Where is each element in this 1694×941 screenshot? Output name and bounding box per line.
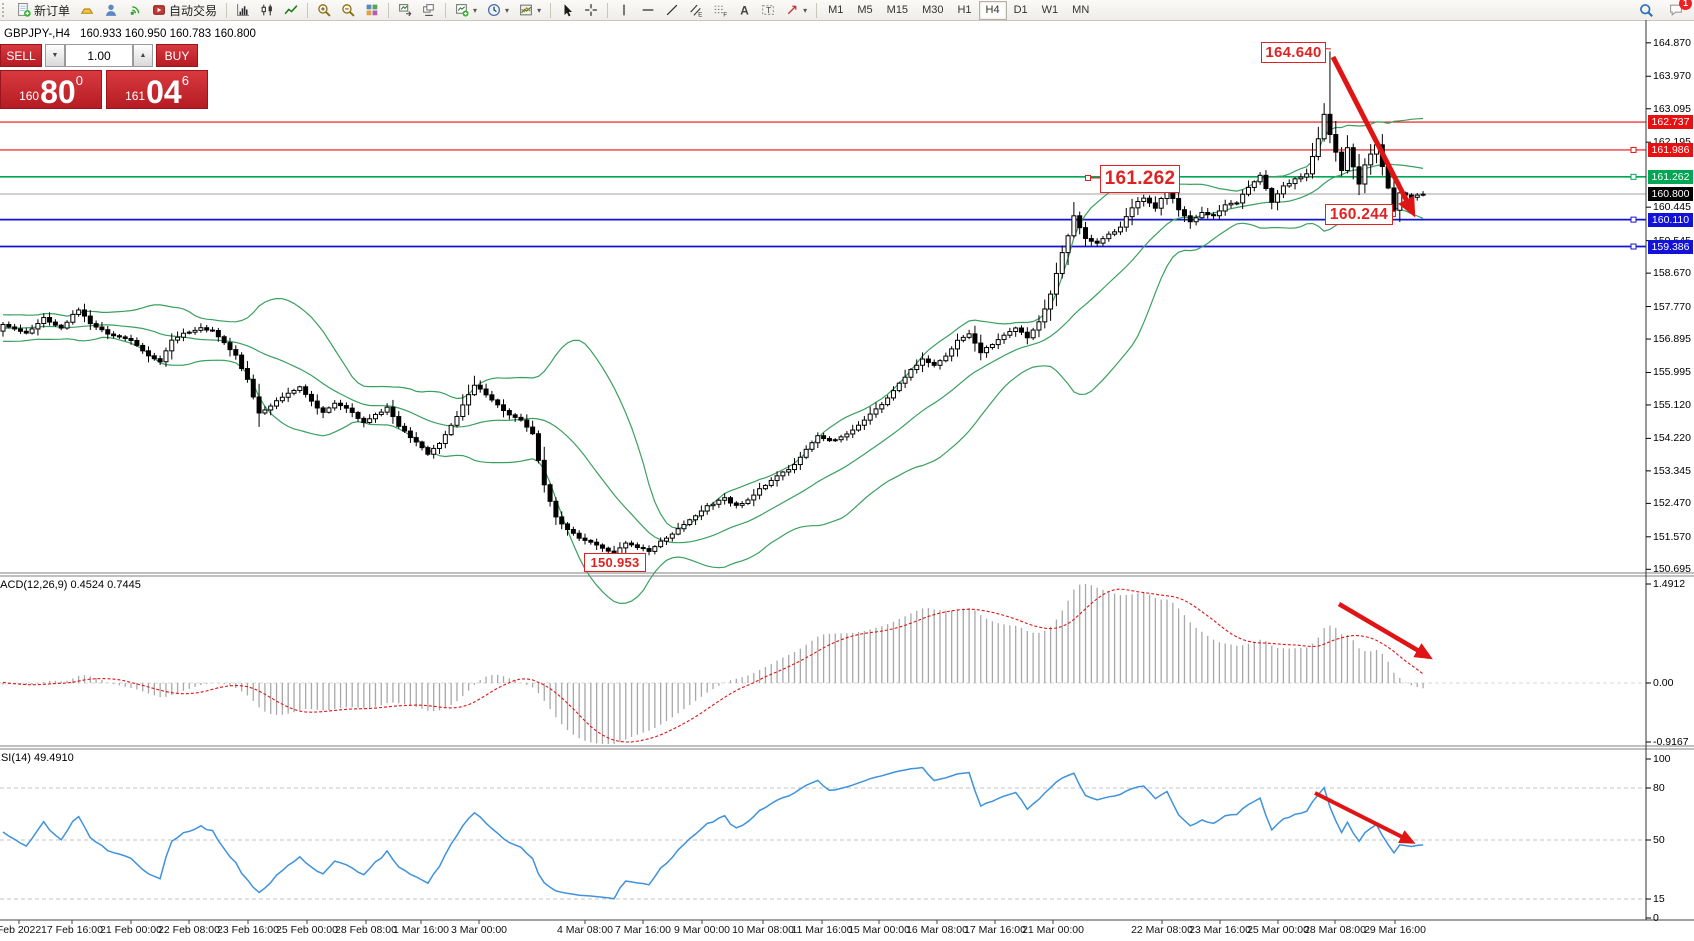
time-axis-label: 11 Mar 16:00	[791, 924, 852, 936]
volume-decrease-button[interactable]: ▼	[45, 44, 65, 67]
time-axis-label: 1 Mar 16:00	[393, 924, 449, 936]
trend-arrow[interactable]	[1339, 604, 1429, 657]
macd-tick-label: -0.9167	[1653, 736, 1689, 748]
time-axis-label: 25 Feb 00:00	[276, 924, 338, 936]
line-handle[interactable]	[1631, 147, 1636, 152]
price-tick-label: 155.995	[1653, 366, 1691, 378]
time-axis-label: 15 Mar 00:00	[848, 924, 910, 936]
buy-price-small: 161	[125, 89, 145, 103]
macd-tick-label: 1.4912	[1653, 578, 1685, 590]
price-tick-label: 150.695	[1653, 563, 1691, 575]
macd-histogram	[3, 584, 1423, 744]
time-axis-label: 3 Mar 00:00	[451, 924, 507, 936]
time-axis-label: 28 Mar 08:00	[1304, 924, 1366, 936]
ohlc-values: 160.933 160.950 160.783 160.800	[80, 28, 256, 40]
price-badge: 161.986	[1648, 143, 1693, 157]
time-axis-label: Feb 2022	[0, 924, 41, 936]
time-axis-label: 22 Mar 08:00	[1131, 924, 1193, 936]
price-badge: 160.800	[1648, 187, 1693, 201]
buy-price-sup: 6	[182, 73, 189, 88]
symbol-name: GBPJPY-,H4	[4, 28, 70, 40]
time-axis-label: 4 Mar 08:00	[557, 924, 613, 936]
bollinger-bands	[3, 119, 1423, 604]
macd-indicator-label: MACD(12,26,9) 0.4524 0.7445	[0, 579, 141, 591]
sell-price-sup: 0	[76, 73, 83, 88]
price-tick-label: 163.970	[1653, 70, 1691, 82]
price-tick-label: 152.470	[1653, 497, 1691, 509]
price-badge: 161.262	[1648, 170, 1693, 184]
price-badge: 159.386	[1648, 240, 1693, 254]
one-click-trade-panel: SELL ▼ ▲ BUY 160 80 0 161 04 6	[0, 44, 208, 109]
mt4-window: 新订单自动交易▾▾▾EFAT▾M1M5M15M30H1H4D1W1MN1 GBP…	[0, 0, 1694, 941]
price-tick-label: 155.120	[1653, 399, 1691, 411]
price-tick-label: 153.345	[1653, 465, 1691, 477]
price-badge: 162.737	[1648, 115, 1693, 129]
time-axis-label: 21 Feb 00:00	[100, 924, 162, 936]
rsi-tick-label: 80	[1653, 782, 1665, 794]
line-handle[interactable]	[1631, 217, 1636, 222]
sell-price-small: 160	[19, 89, 39, 103]
volume-input[interactable]	[65, 44, 133, 67]
buy-price-display[interactable]: 161 04 6	[106, 70, 208, 109]
sell-price-big: 80	[40, 77, 76, 107]
price-badge: 160.110	[1648, 213, 1693, 227]
buy-price-big: 04	[146, 77, 182, 107]
rsi-indicator-label: RSI(14) 49.4910	[0, 752, 74, 764]
price-annotation[interactable]: 160.244	[1325, 204, 1393, 225]
sell-button[interactable]: SELL	[0, 44, 42, 67]
time-axis-label: 29 Mar 16:00	[1364, 924, 1426, 936]
price-annotation[interactable]: 161.262	[1100, 165, 1180, 193]
time-axis-label: 10 Mar 08:00	[732, 924, 794, 936]
price-tick-label: 157.770	[1653, 301, 1691, 313]
time-axis-label: 23 Feb 16:00	[217, 924, 279, 936]
price-tick-label: 164.870	[1653, 37, 1691, 49]
candles-layer	[1, 51, 1425, 559]
price-tick-label: 154.220	[1653, 432, 1691, 444]
rsi-line	[3, 768, 1423, 899]
price-tick-label: 156.895	[1653, 333, 1691, 345]
line-handle[interactable]	[1631, 244, 1636, 249]
price-annotation[interactable]: 150.953	[584, 553, 646, 572]
macd-signal-line	[3, 589, 1423, 742]
rsi-tick-label: 50	[1653, 834, 1665, 846]
volume-increase-button[interactable]: ▲	[133, 44, 153, 67]
price-tick-label: 163.095	[1653, 103, 1691, 115]
time-axis-label: 9 Mar 00:00	[674, 924, 730, 936]
time-axis-label: 21 Mar 00:00	[1022, 924, 1084, 936]
sell-price-display[interactable]: 160 80 0	[0, 70, 102, 109]
time-axis-label: 16 Mar 08:00	[906, 924, 968, 936]
price-tick-label: 151.570	[1653, 531, 1691, 543]
rsi-tick-label: 100	[1653, 753, 1671, 765]
time-axis-label: 17 Feb 16:00	[41, 924, 103, 936]
buy-button[interactable]: BUY	[156, 44, 198, 67]
time-axis-label: 22 Feb 08:00	[158, 924, 220, 936]
time-axis-label: 23 Mar 16:00	[1189, 924, 1251, 936]
rsi-tick-label: 15	[1653, 893, 1665, 905]
rsi-tick-label: 0	[1653, 912, 1659, 924]
chart-plot-area[interactable]	[0, 0, 1694, 941]
time-axis-label: 25 Mar 00:00	[1247, 924, 1309, 936]
trend-arrow[interactable]	[1333, 57, 1413, 213]
time-axis-label: 17 Mar 16:00	[964, 924, 1026, 936]
macd-tick-label: 0.00	[1653, 677, 1673, 689]
price-annotation[interactable]: 164.640	[1261, 42, 1326, 63]
time-axis-label: 28 Feb 08:00	[335, 924, 397, 936]
line-handle[interactable]	[1631, 174, 1636, 179]
price-tick-label: 160.445	[1653, 201, 1691, 213]
chart-title: GBPJPY-,H4 160.933 160.950 160.783 160.80…	[4, 28, 256, 40]
price-tick-label: 158.670	[1653, 267, 1691, 279]
time-axis-label: 7 Mar 16:00	[615, 924, 671, 936]
